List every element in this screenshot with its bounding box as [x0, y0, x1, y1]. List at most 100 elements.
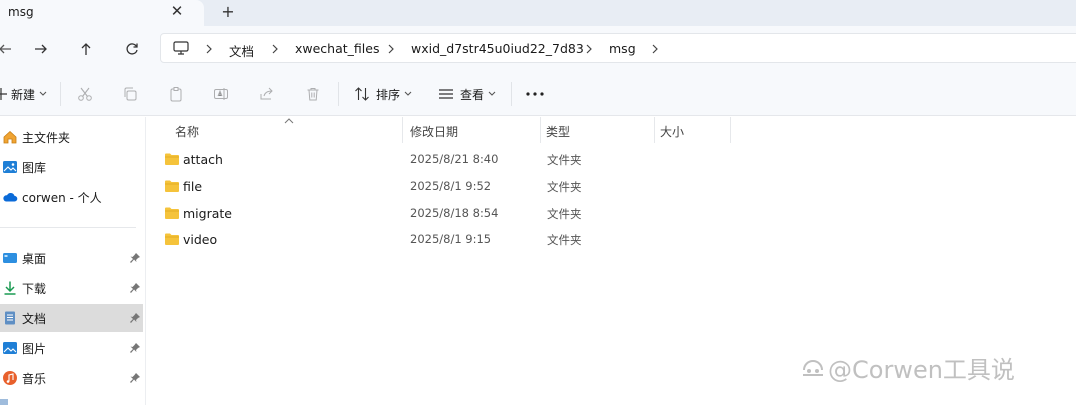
sidebar-item-label: 音乐: [22, 372, 47, 386]
table-row[interactable]: video 2025/8/1 9:15 文件夹: [146, 226, 1076, 252]
document-icon: [5, 311, 15, 325]
chevron-down-icon: [404, 91, 412, 96]
rename-button[interactable]: [213, 83, 229, 105]
watermark-text: @Corwen工具说: [828, 356, 1015, 384]
column-header-size[interactable]: 大小: [654, 117, 730, 143]
view-button[interactable]: 查看: [438, 83, 497, 105]
sidebar-item-desktop[interactable]: 桌面: [0, 244, 143, 272]
ellipsis-icon: [526, 92, 544, 96]
folder-icon: [165, 180, 179, 192]
address-bar[interactable]: 文档 xwechat_files wxid_d7str45u0iud22_7d8…: [160, 33, 1076, 63]
toolbar-divider: [511, 82, 512, 106]
tab-strip: msg ✕ +: [0, 0, 1076, 26]
scissors-icon: [78, 87, 92, 101]
table-row[interactable]: migrate 2025/8/18 8:54 文件夹: [146, 200, 1076, 226]
breadcrumb-msg[interactable]: msg: [609, 41, 636, 56]
pin-icon[interactable]: [129, 342, 141, 354]
file-name: migrate: [183, 206, 232, 221]
navigation-pane: 主文件夹 图库 corwen - 个人 桌面 下载 文档 图片 音乐: [0, 117, 146, 405]
sidebar-item-pictures[interactable]: 图片: [0, 334, 143, 362]
tab-msg[interactable]: msg ✕: [0, 0, 204, 26]
file-type: 文件夹: [547, 207, 582, 221]
file-date: 2025/8/18 8:54: [410, 206, 499, 220]
pin-icon[interactable]: [129, 252, 141, 264]
back-arrow-icon[interactable]: [0, 38, 16, 60]
computer-icon: [173, 41, 189, 55]
folder-icon: [165, 207, 179, 219]
chevron-right-icon[interactable]: [386, 42, 396, 56]
column-header-label: 大小: [660, 125, 685, 139]
paste-button[interactable]: [168, 83, 184, 105]
sidebar-item-label: 图片: [22, 342, 47, 356]
copy-button[interactable]: [122, 83, 138, 105]
file-name: video: [183, 232, 218, 247]
pin-icon[interactable]: [129, 282, 141, 294]
sidebar-item-onedrive[interactable]: corwen - 个人: [0, 183, 143, 211]
command-toolbar: 新建 排序 查看: [0, 72, 1076, 116]
sort-icon: [355, 87, 369, 101]
file-date: 2025/8/1 9:15: [410, 232, 492, 246]
sidebar-item-music[interactable]: 音乐: [0, 364, 143, 392]
file-type: 文件夹: [547, 233, 582, 247]
share-icon: [260, 87, 273, 100]
file-date: 2025/8/21 8:40: [410, 152, 499, 166]
sidebar-item-label: 下载: [22, 282, 47, 296]
column-header-date[interactable]: 修改日期: [402, 117, 540, 143]
more-options-button[interactable]: [525, 83, 545, 105]
close-tab-icon[interactable]: ✕: [168, 2, 186, 20]
refresh-icon[interactable]: [121, 38, 143, 60]
clipboard-icon: [170, 87, 182, 102]
chevron-right-icon[interactable]: [650, 42, 660, 56]
up-arrow-icon[interactable]: [75, 38, 97, 60]
sidebar-item-partial: [0, 399, 8, 405]
plus-icon: [0, 88, 7, 100]
desktop-icon: [3, 253, 17, 263]
table-row[interactable]: file 2025/8/1 9:52 文件夹: [146, 173, 1076, 199]
breadcrumb-documents[interactable]: 文档: [229, 41, 254, 60]
new-button-label: 新建: [11, 87, 36, 102]
file-type: 文件夹: [547, 180, 582, 194]
sidebar-item-downloads[interactable]: 下载: [0, 274, 143, 302]
forward-arrow-icon[interactable]: [30, 38, 52, 60]
sidebar-item-gallery[interactable]: 图库: [0, 153, 143, 181]
cut-button[interactable]: [77, 83, 93, 105]
pin-icon[interactable]: [129, 312, 141, 324]
new-tab-icon[interactable]: +: [218, 2, 238, 22]
file-name: attach: [183, 152, 223, 167]
home-icon: [3, 130, 17, 144]
view-button-label: 查看: [460, 87, 485, 102]
sidebar-item-home[interactable]: 主文件夹: [0, 123, 143, 151]
breadcrumb-xwechat-files[interactable]: xwechat_files: [295, 41, 379, 56]
folder-icon: [165, 233, 179, 245]
share-button[interactable]: [259, 83, 275, 105]
column-resize-handle[interactable]: [730, 117, 731, 143]
chevron-right-icon[interactable]: [270, 42, 280, 56]
folder-icon: [165, 153, 179, 165]
column-header-label: 名称: [175, 125, 200, 139]
breadcrumb-wxid[interactable]: wxid_d7str45u0iud22_7d83: [411, 41, 584, 56]
table-row[interactable]: attach 2025/8/21 8:40 文件夹: [146, 146, 1076, 172]
cloud-icon: [3, 192, 18, 202]
chevron-down-icon: [488, 91, 496, 96]
watermark-logo-icon: [803, 359, 823, 376]
sidebar-item-documents[interactable]: 文档: [0, 304, 143, 332]
file-type: 文件夹: [547, 153, 582, 167]
column-header-label: 修改日期: [410, 125, 459, 139]
column-header-name[interactable]: 名称: [146, 117, 402, 143]
pin-icon[interactable]: [129, 372, 141, 384]
sidebar-item-label: 图库: [22, 161, 47, 175]
toolbar-divider: [338, 82, 339, 106]
chevron-right-icon[interactable]: [204, 42, 214, 56]
sort-button[interactable]: 排序: [354, 83, 413, 105]
gallery-icon: [3, 161, 17, 173]
chevron-right-icon[interactable]: [584, 42, 594, 56]
music-icon: [3, 371, 17, 385]
new-button[interactable]: 新建: [0, 83, 48, 105]
delete-button[interactable]: [305, 83, 321, 105]
view-lines-icon: [439, 89, 453, 99]
file-date: 2025/8/1 9:52: [410, 179, 492, 193]
sidebar-item-label: 桌面: [22, 252, 47, 266]
sidebar-item-label: corwen - 个人: [22, 191, 102, 205]
column-header-type[interactable]: 类型: [540, 117, 654, 143]
sidebar-item-label: 主文件夹: [22, 131, 71, 145]
